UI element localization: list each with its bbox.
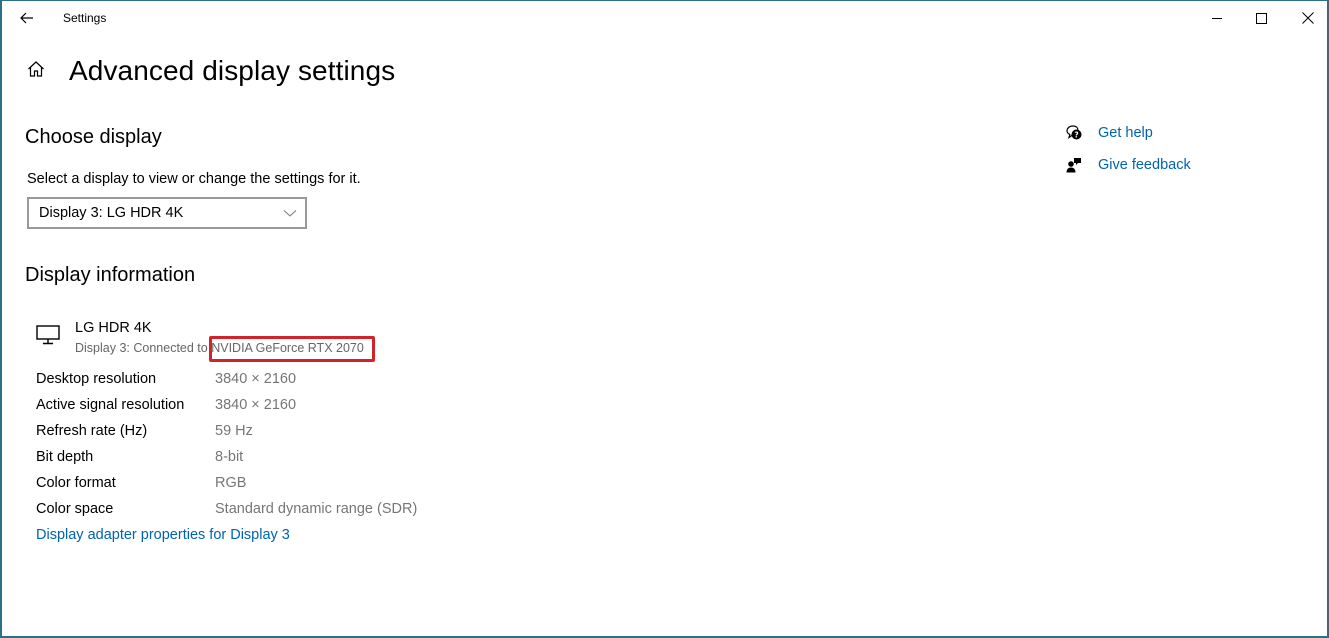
svg-text:?: ? [1074, 130, 1078, 139]
page-title: Advanced display settings [69, 55, 396, 86]
page-header: Advanced display settings [24, 55, 395, 86]
display-information-heading: Display information [25, 264, 196, 286]
back-arrow-icon [20, 12, 33, 24]
minimize-button[interactable] [1194, 1, 1240, 35]
info-value: 59 Hz [215, 423, 253, 439]
display-adapter-properties-link[interactable]: Display adapter properties for Display 3 [36, 527, 290, 543]
home-button[interactable] [24, 57, 48, 81]
monitor-icon [36, 325, 60, 345]
display-select-value: Display 3: LG HDR 4K [39, 205, 184, 221]
monitor-name: LG HDR 4K [75, 320, 152, 336]
minimize-icon [1211, 17, 1222, 19]
adapter-highlight-box [209, 336, 375, 362]
info-value: RGB [215, 475, 247, 491]
maximize-button[interactable] [1238, 1, 1284, 35]
info-label: Refresh rate (Hz) [36, 423, 148, 439]
help-chat-icon: ? [1064, 123, 1084, 143]
help-links: ? Get help Give feedback [1064, 117, 1191, 181]
info-label: Color space [36, 501, 114, 517]
connection-prefix: Display 3: Connected to [75, 341, 212, 355]
settings-window: Settings Advanced display settings Choos… [0, 0, 1329, 638]
info-label: Color format [36, 475, 116, 491]
choose-display-heading: Choose display [25, 126, 162, 148]
close-button[interactable] [1285, 1, 1329, 35]
give-feedback-label: Give feedback [1098, 157, 1191, 173]
home-icon [28, 61, 44, 77]
get-help-link[interactable]: ? Get help [1064, 117, 1153, 149]
choose-display-description: Select a display to view or change the s… [27, 171, 361, 187]
close-icon [1302, 12, 1314, 24]
back-button[interactable] [12, 3, 42, 33]
info-value: Standard dynamic range (SDR) [215, 501, 418, 517]
feedback-icon [1064, 155, 1084, 175]
chevron-down-icon [283, 210, 297, 217]
info-label: Desktop resolution [36, 371, 157, 387]
maximize-icon [1255, 12, 1267, 24]
app-title: Settings [63, 11, 107, 25]
info-label: Bit depth [36, 449, 94, 465]
info-value: 8-bit [215, 449, 244, 465]
title-bar: Settings [2, 1, 1327, 35]
display-select-dropdown[interactable]: Display 3: LG HDR 4K [27, 197, 307, 229]
get-help-label: Get help [1098, 125, 1153, 141]
info-label: Active signal resolution [36, 397, 185, 413]
info-value: 3840 × 2160 [215, 397, 297, 413]
info-value: 3840 × 2160 [215, 371, 297, 387]
give-feedback-link[interactable]: Give feedback [1064, 149, 1191, 181]
